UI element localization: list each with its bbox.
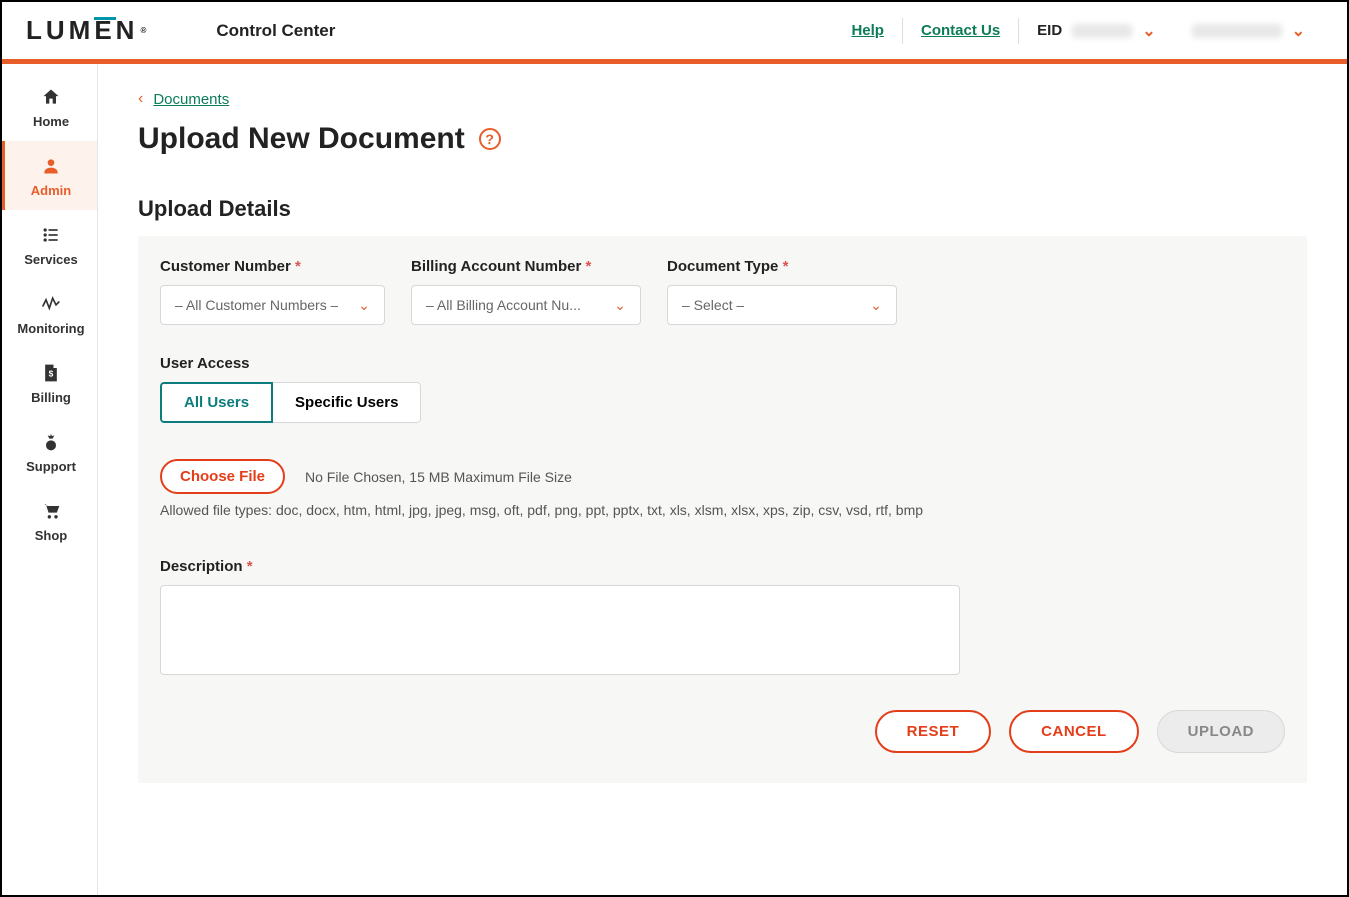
sidebar-item-label: Services: [24, 252, 78, 267]
chevron-down-icon: ⌄: [1292, 21, 1305, 41]
customer-number-select[interactable]: – All Customer Numbers – ⌄: [160, 285, 385, 325]
help-link[interactable]: Help: [833, 22, 902, 39]
page-title: Upload New Document: [138, 122, 465, 156]
document-type-select[interactable]: – Select – ⌄: [667, 285, 897, 325]
sidebar-item-label: Support: [26, 459, 76, 474]
home-icon: [40, 86, 62, 108]
allowed-types: Allowed file types: doc, docx, htm, html…: [160, 502, 1285, 518]
file-hint: No File Chosen, 15 MB Maximum File Size: [305, 469, 572, 485]
user-dropdown[interactable]: ⌄: [1174, 21, 1323, 41]
billing-account-select[interactable]: – All Billing Account Nu... ⌄: [411, 285, 641, 325]
chevron-down-icon: ⌄: [614, 297, 626, 314]
sidebar-item-admin[interactable]: Admin: [2, 141, 97, 210]
sidebar-item-support[interactable]: Support: [2, 417, 97, 486]
chevron-down-icon: ⌄: [870, 297, 882, 314]
shop-icon: [40, 500, 62, 522]
user-access-toggle: All Users Specific Users: [160, 382, 421, 423]
sidebar-item-label: Home: [33, 114, 69, 129]
select-value: – All Billing Account Nu...: [426, 297, 581, 313]
svg-text:$: $: [49, 368, 54, 378]
logo: LUMEN®: [26, 15, 146, 46]
contact-link[interactable]: Contact Us: [903, 22, 1018, 39]
reset-button[interactable]: RESET: [875, 710, 992, 753]
upload-button[interactable]: UPLOAD: [1157, 710, 1285, 753]
chevron-left-icon[interactable]: ‹: [138, 90, 143, 108]
sidebar-item-label: Monitoring: [17, 321, 84, 336]
support-icon: [40, 431, 62, 453]
action-bar: RESET CANCEL UPLOAD: [160, 710, 1285, 753]
sidebar: Home Admin Services Monitoring: [2, 64, 98, 895]
all-users-toggle[interactable]: All Users: [160, 382, 273, 423]
main-content: ‹ Documents Upload New Document ? Upload…: [98, 64, 1347, 895]
description-input[interactable]: [160, 585, 960, 675]
customer-number-label: Customer Number *: [160, 258, 385, 275]
breadcrumb: ‹ Documents: [138, 90, 1307, 108]
user-value-hidden: [1192, 24, 1282, 38]
select-value: – All Customer Numbers –: [175, 297, 338, 313]
chevron-down-icon: ⌄: [1142, 21, 1155, 41]
services-icon: [40, 224, 62, 246]
specific-users-toggle[interactable]: Specific Users: [273, 382, 421, 423]
header-links: Help Contact Us EID ⌄ ⌄: [833, 18, 1323, 44]
billing-account-label: Billing Account Number *: [411, 258, 641, 275]
sidebar-item-billing[interactable]: $ Billing: [2, 348, 97, 417]
description-label: Description *: [160, 558, 1285, 575]
sidebar-item-label: Shop: [35, 528, 68, 543]
eid-label: EID: [1037, 22, 1062, 39]
billing-icon: $: [40, 362, 62, 384]
sidebar-item-label: Billing: [31, 390, 71, 405]
choose-file-button[interactable]: Choose File: [160, 459, 285, 494]
monitoring-icon: [40, 293, 62, 315]
document-type-label: Document Type *: [667, 258, 897, 275]
sidebar-item-label: Admin: [31, 183, 71, 198]
sidebar-item-shop[interactable]: Shop: [2, 486, 97, 555]
header: LUMEN® Control Center Help Contact Us EI…: [2, 2, 1347, 64]
user-access-label: User Access: [160, 355, 1285, 372]
sidebar-item-monitoring[interactable]: Monitoring: [2, 279, 97, 348]
breadcrumb-link[interactable]: Documents: [153, 91, 229, 108]
cancel-button[interactable]: CANCEL: [1009, 710, 1139, 753]
select-value: – Select –: [682, 297, 744, 313]
eid-dropdown[interactable]: EID ⌄: [1019, 21, 1173, 41]
sidebar-item-home[interactable]: Home: [2, 72, 97, 141]
section-title: Upload Details: [138, 196, 1307, 222]
chevron-down-icon: ⌄: [358, 297, 370, 314]
upload-details-panel: Customer Number * – All Customer Numbers…: [138, 236, 1307, 783]
eid-value-hidden: [1072, 24, 1132, 38]
product-name: Control Center: [216, 21, 335, 41]
sidebar-item-services[interactable]: Services: [2, 210, 97, 279]
admin-icon: [40, 155, 62, 177]
help-icon[interactable]: ?: [479, 128, 501, 150]
